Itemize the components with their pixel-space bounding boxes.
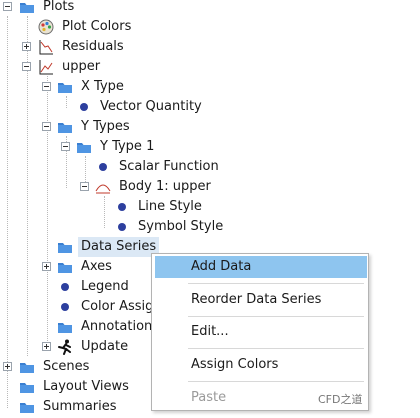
tree-item-label: Residuals [62,39,124,54]
menu-item-label: Reorder Data Series [191,292,322,307]
tree-item-line-style[interactable]: Line Style [0,197,240,217]
tree-item-scalar-function[interactable]: Scalar Function [0,157,240,177]
menu-separator [188,316,364,317]
tree-item-body-upper[interactable]: Body 1: upper [0,177,240,197]
tree-item-annotations[interactable]: Annotation [0,317,153,337]
tree-item-label: Data Series [78,237,160,257]
collapse-toggle[interactable] [61,142,70,151]
tree-item-plot-colors[interactable]: Plot Colors [0,17,200,37]
menu-item-assign-colors[interactable]: Assign Colors [155,354,367,376]
menu-separator [188,283,364,284]
folder-icon [76,139,92,155]
tree-item-label: upper [62,59,101,74]
property-dot-icon [99,163,107,171]
tree-item-label: Y Type 1 [100,139,155,154]
tree-item-label: Annotation [81,319,153,334]
palette-icon [38,19,54,35]
collapse-toggle[interactable] [42,122,51,131]
property-dot-icon [61,303,69,311]
menu-item-label: Add Data [191,259,252,274]
tree-item-data-series[interactable]: Data Series [0,237,160,257]
menu-separator [188,348,364,349]
tree-item-label: Vector Quantity [100,99,202,114]
tree-item-label: Scenes [43,359,90,374]
property-dot-icon [61,283,69,291]
folder-icon [57,319,73,335]
folder-icon [19,359,35,375]
collapse-toggle[interactable] [80,182,89,191]
folder-icon [57,259,73,275]
watermark: CFD之道 [318,393,363,406]
tree-item-label: Line Style [138,199,202,214]
tree-item-label: Plots [43,0,75,14]
tree-item-y-type-1[interactable]: Y Type 1 [0,137,220,157]
xy-plot-icon [38,59,54,75]
tree-item-label: Layout Views [43,379,129,394]
tree-item-update[interactable]: Update [0,337,150,357]
tree-item-label: Plot Colors [62,19,132,34]
tree-item-summaries[interactable]: Summaries [0,397,150,417]
folder-icon [19,399,35,415]
tree-item-label: Summaries [43,399,117,414]
menu-item-label: Edit... [191,324,229,339]
folder-icon [19,0,35,15]
tree-item-label: Legend [81,279,129,294]
residual-plot-icon [38,39,54,55]
folder-icon [57,239,73,255]
folder-icon [19,379,35,395]
tree-item-layout-views[interactable]: Layout Views [0,377,150,397]
menu-separator [188,381,364,382]
collapse-toggle[interactable] [3,2,12,11]
tree-item-plots[interactable]: Plots [0,0,200,17]
tree-item-x-type[interactable]: X Type [0,77,220,97]
folder-icon [57,119,73,135]
tree-item-label: Symbol Style [138,219,224,234]
expand-toggle[interactable] [3,362,12,371]
tree-item-label: Scalar Function [119,159,219,174]
menu-item-label: Assign Colors [191,357,279,372]
property-dot-icon [118,223,126,231]
menu-item-label: Paste [191,390,227,405]
tree-item-scenes[interactable]: Scenes [0,357,150,377]
tree-item-y-types[interactable]: Y Types [0,117,220,137]
collapse-toggle[interactable] [22,62,31,71]
tree-item-label: X Type [81,79,124,94]
expand-toggle[interactable] [42,262,51,271]
folder-icon [57,79,73,95]
menu-item-add-data[interactable]: Add Data [155,256,367,278]
tree-item-label: Y Types [81,119,130,134]
tree-item-axes[interactable]: Axes [0,257,150,277]
data-series-icon [95,179,111,195]
tree-item-label: Update [81,339,129,354]
tree-item-vector-quantity[interactable]: Vector Quantity [0,97,240,117]
property-dot-icon [118,203,126,211]
tree-item-legend[interactable]: Legend [0,277,150,297]
tree-item-residuals[interactable]: Residuals [0,37,200,57]
menu-item-reorder-data-series[interactable]: Reorder Data Series [155,289,367,311]
tree-item-color-assignment[interactable]: Color Assig [0,297,154,317]
tree-item-label: Color Assig [81,299,154,314]
tree-item-upper[interactable]: upper [0,57,200,77]
menu-item-edit[interactable]: Edit... [155,321,367,343]
expand-toggle[interactable] [42,342,51,351]
expand-toggle[interactable] [22,42,31,51]
context-menu: Add Data Reorder Data Series Edit... Ass… [151,253,369,411]
tree-item-symbol-style[interactable]: Symbol Style [0,217,240,237]
property-dot-icon [80,103,88,111]
collapse-toggle[interactable] [42,82,51,91]
running-man-icon [57,339,73,355]
tree-item-label: Axes [81,259,112,274]
tree-item-label: Body 1: upper [119,179,211,194]
